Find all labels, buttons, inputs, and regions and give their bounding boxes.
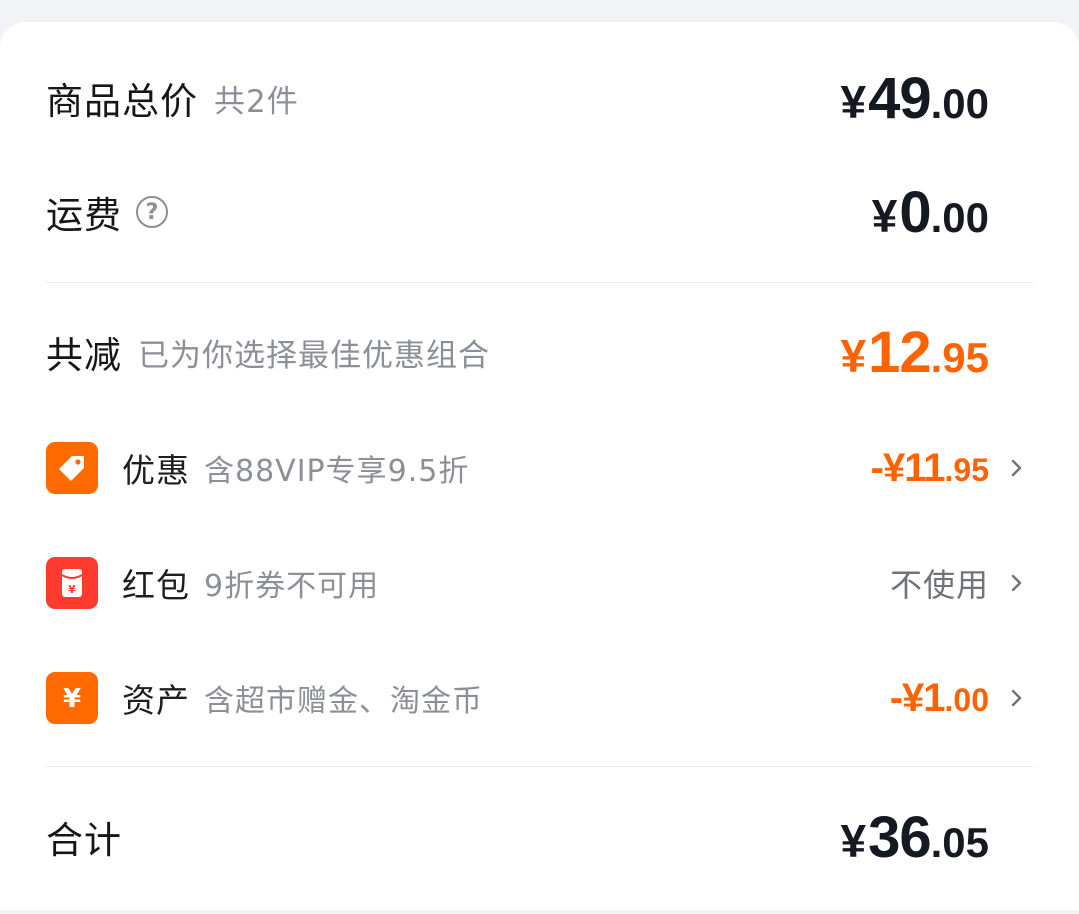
amount-decimal: .05: [930, 818, 989, 866]
svg-text:¥: ¥: [68, 583, 76, 596]
promotion-amount: -¥11 .95: [871, 446, 989, 491]
amount-decimal: .00: [930, 193, 989, 241]
goods-total-row: 商品总价 共2件 ¥ 49 .00: [46, 66, 1033, 131]
shipping-row: 运费 ? ¥ 0 .00: [46, 180, 1033, 245]
help-icon[interactable]: ?: [136, 196, 168, 228]
total-row: 合计 ¥ 36 .05: [46, 805, 1033, 870]
shipping-label: 运费: [46, 194, 122, 237]
amount-integer: -¥11: [870, 445, 946, 490]
promotion-label: 优惠: [122, 451, 190, 490]
amount-integer: 49: [868, 65, 932, 131]
shipping-amount: ¥ 0 .00: [872, 179, 1033, 246]
currency-symbol: ¥: [871, 189, 898, 242]
currency-symbol: ¥: [840, 329, 867, 382]
svg-text:¥: ¥: [63, 684, 81, 714]
assets-desc: 含超市赠金、淘金币: [204, 684, 483, 719]
red-packet-status: 不使用: [889, 566, 989, 604]
discount-amount: ¥ 12 .95: [841, 319, 1034, 386]
promotion-item[interactable]: 优惠 含88VIP专享9.5折 -¥11 .95: [46, 440, 1033, 496]
red-packet-icon: ¥: [46, 557, 98, 609]
chevron-right-icon: [1011, 689, 1022, 707]
amount-decimal: .95: [930, 333, 989, 381]
total-label: 合计: [46, 819, 122, 862]
amount-integer: 12: [868, 319, 932, 385]
yuan-coin-icon: ¥: [46, 672, 98, 724]
promotion-desc: 含88VIP专享9.5折: [204, 454, 470, 489]
amount-decimal: .95: [944, 451, 989, 488]
divider: [46, 282, 1033, 283]
discount-hint: 已为你选择最佳优惠组合: [138, 337, 490, 374]
amount-integer: 0: [899, 179, 931, 245]
goods-total-amount: ¥ 49 .00: [841, 65, 1034, 132]
assets-item[interactable]: ¥ 资产 含超市赠金、淘金币 -¥1 .00: [46, 670, 1033, 726]
chevron-right-icon: [1011, 459, 1022, 477]
red-packet-label: 红包: [122, 566, 190, 605]
discount-label: 共减: [46, 334, 122, 377]
chevron-right-icon: [1011, 574, 1022, 592]
currency-symbol: ¥: [840, 814, 867, 867]
order-summary-card: 商品总价 共2件 ¥ 49 .00 运费 ? ¥ 0 .00 共减 已为你选择最…: [0, 22, 1079, 910]
total-amount: ¥ 36 .05: [841, 804, 1034, 871]
assets-amount: -¥1 .00: [890, 676, 989, 721]
assets-label: 资产: [122, 681, 190, 720]
discount-row: 共减 已为你选择最佳优惠组合 ¥ 12 .95: [46, 320, 1033, 385]
currency-symbol: ¥: [840, 75, 867, 128]
amount-integer: -¥1: [889, 675, 946, 720]
item-count: 共2件: [214, 83, 299, 120]
goods-total-label: 商品总价: [46, 80, 198, 123]
tag-icon: [46, 442, 98, 494]
divider: [46, 766, 1033, 767]
amount-decimal: .00: [930, 79, 989, 127]
amount-integer: 36: [868, 804, 932, 870]
red-packet-item[interactable]: ¥ 红包 9折券不可用 不使用: [46, 555, 1033, 611]
amount-decimal: .00: [944, 681, 989, 718]
red-packet-desc: 9折券不可用: [204, 569, 380, 604]
